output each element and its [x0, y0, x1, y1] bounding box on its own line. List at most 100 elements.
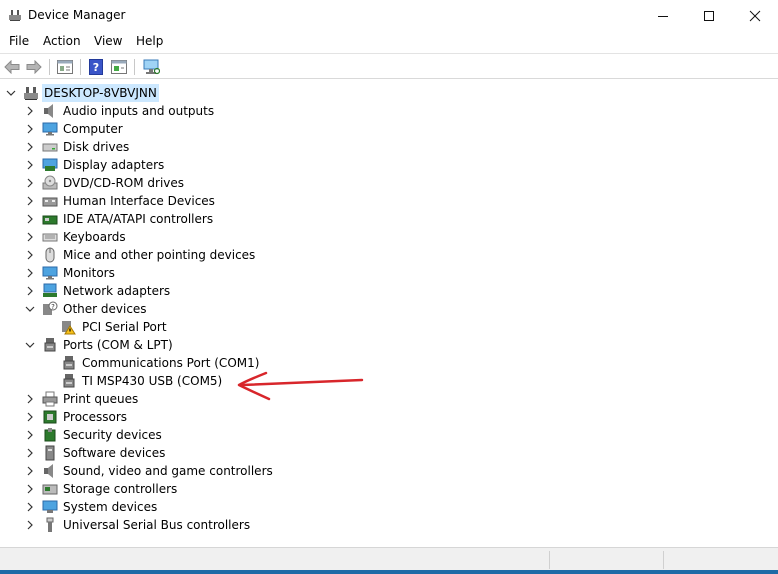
- chevron-right-icon[interactable]: [25, 160, 35, 170]
- port-icon: [63, 356, 75, 370]
- tree-category-label: IDE ATA/ATAPI controllers: [63, 212, 214, 226]
- monitor-icon: [42, 122, 58, 136]
- window-bottom-edge: [0, 570, 778, 574]
- tree-category[interactable]: Processors: [0, 408, 360, 426]
- tree-category[interactable]: DVD/CD-ROM drives: [0, 174, 360, 192]
- chevron-right-icon[interactable]: [25, 214, 35, 224]
- chevron-right-icon[interactable]: [25, 394, 35, 404]
- storage-controller-icon: [42, 484, 58, 495]
- close-button[interactable]: [732, 0, 778, 31]
- menu-bar: File Action View Help: [0, 31, 778, 53]
- close-icon: [749, 10, 761, 21]
- tree-category[interactable]: Computer: [0, 120, 360, 138]
- minimize-button[interactable]: [640, 0, 686, 31]
- chevron-right-icon[interactable]: [25, 412, 35, 422]
- tree-category[interactable]: Audio inputs and outputs: [0, 102, 360, 120]
- tree-category[interactable]: Security devices: [0, 426, 360, 444]
- tree-category-label: DVD/CD-ROM drives: [63, 176, 185, 190]
- toolbar-separator: [49, 59, 50, 75]
- tree-category[interactable]: Sound, video and game controllers: [0, 462, 360, 480]
- processor-icon: [43, 410, 57, 424]
- help-icon: ?: [89, 59, 103, 75]
- tree-category[interactable]: Software devices: [0, 444, 360, 462]
- chevron-down-icon[interactable]: [6, 88, 16, 98]
- tree-device-label: TI MSP430 USB (COM5): [82, 374, 223, 388]
- chevron-right-icon[interactable]: [25, 484, 35, 494]
- tree-category[interactable]: Display adapters: [0, 156, 360, 174]
- tree-category-label: Processors: [63, 410, 128, 424]
- forward-button[interactable]: [25, 58, 43, 76]
- back-button[interactable]: [3, 58, 21, 76]
- tree-category-label: Other devices: [63, 302, 147, 316]
- maximize-button[interactable]: [686, 0, 732, 31]
- tree-category[interactable]: IDE ATA/ATAPI controllers: [0, 210, 360, 228]
- help-button[interactable]: ?: [87, 58, 105, 76]
- tree-category[interactable]: Ports (COM & LPT): [0, 336, 360, 354]
- printer-icon: [42, 391, 58, 407]
- tree-category[interactable]: Storage controllers: [0, 480, 360, 498]
- system-device-icon: [42, 500, 58, 513]
- tree-category[interactable]: Monitors: [0, 264, 360, 282]
- chevron-right-icon[interactable]: [25, 466, 35, 476]
- chevron-down-icon[interactable]: [25, 304, 35, 314]
- tree-root[interactable]: DESKTOP-8VBVJNN: [0, 84, 300, 102]
- properties-button[interactable]: [56, 58, 74, 76]
- status-segment: [664, 551, 776, 569]
- tree-category[interactable]: Network adapters: [0, 282, 360, 300]
- tree-category-label: Security devices: [63, 428, 162, 442]
- tree-root-label: DESKTOP-8VBVJNN: [42, 84, 159, 102]
- tree-category-label: Network adapters: [63, 284, 171, 298]
- svg-text:?: ?: [51, 303, 55, 311]
- properties-icon: [57, 60, 73, 74]
- update-driver-button[interactable]: [110, 58, 128, 76]
- chevron-right-icon[interactable]: [25, 520, 35, 530]
- status-segment: [0, 551, 550, 569]
- chevron-right-icon[interactable]: [25, 250, 35, 260]
- tree-category-label: Disk drives: [63, 140, 130, 154]
- chevron-right-icon[interactable]: [25, 430, 35, 440]
- keyboard-icon: [42, 233, 58, 242]
- red-arrow-icon: [237, 371, 364, 401]
- chevron-right-icon[interactable]: [25, 178, 35, 188]
- tree-category-label: Sound, video and game controllers: [63, 464, 273, 478]
- tree-category[interactable]: Human Interface Devices: [0, 192, 360, 210]
- chevron-right-icon[interactable]: [25, 268, 35, 278]
- tree-category-label: Print queues: [63, 392, 139, 406]
- toolbar: ?: [0, 53, 778, 79]
- menu-file[interactable]: File: [8, 34, 30, 48]
- tree-category[interactable]: Universal Serial Bus controllers: [0, 516, 360, 534]
- speaker-icon: [44, 104, 53, 118]
- chevron-right-icon[interactable]: [25, 232, 35, 242]
- chevron-right-icon[interactable]: [25, 448, 35, 458]
- menu-help[interactable]: Help: [135, 34, 164, 48]
- tree-category-label: Monitors: [63, 266, 115, 280]
- monitor-icon: [42, 266, 58, 280]
- computer-root-icon: [24, 87, 38, 100]
- usb-icon: [46, 517, 54, 532]
- chevron-down-icon[interactable]: [25, 340, 35, 350]
- tree-category[interactable]: Keyboards: [0, 228, 360, 246]
- port-icon: [63, 374, 75, 388]
- chevron-right-icon[interactable]: [25, 106, 35, 116]
- chevron-right-icon[interactable]: [25, 124, 35, 134]
- tree-category-label: Audio inputs and outputs: [63, 104, 215, 118]
- chevron-right-icon[interactable]: [25, 286, 35, 296]
- back-arrow-icon: [4, 60, 20, 74]
- tree-category-label: Storage controllers: [63, 482, 178, 496]
- tree-device-label: PCI Serial Port: [82, 320, 167, 334]
- chevron-right-icon[interactable]: [25, 196, 35, 206]
- speaker-icon: [44, 464, 53, 478]
- chevron-right-icon[interactable]: [25, 142, 35, 152]
- menu-view[interactable]: View: [93, 34, 123, 48]
- tree-category[interactable]: Mice and other pointing devices: [0, 246, 360, 264]
- display-adapter-icon: [42, 158, 58, 171]
- software-device-icon: [45, 445, 55, 461]
- tree-category[interactable]: ? Other devices: [0, 300, 360, 318]
- tree-category[interactable]: System devices: [0, 498, 360, 516]
- menu-action[interactable]: Action: [42, 34, 82, 48]
- tree-category[interactable]: Disk drives: [0, 138, 360, 156]
- chevron-right-icon[interactable]: [25, 502, 35, 512]
- tree-device[interactable]: PCI Serial Port: [0, 318, 360, 336]
- scan-hardware-button[interactable]: [142, 58, 160, 76]
- status-segment: [550, 551, 664, 569]
